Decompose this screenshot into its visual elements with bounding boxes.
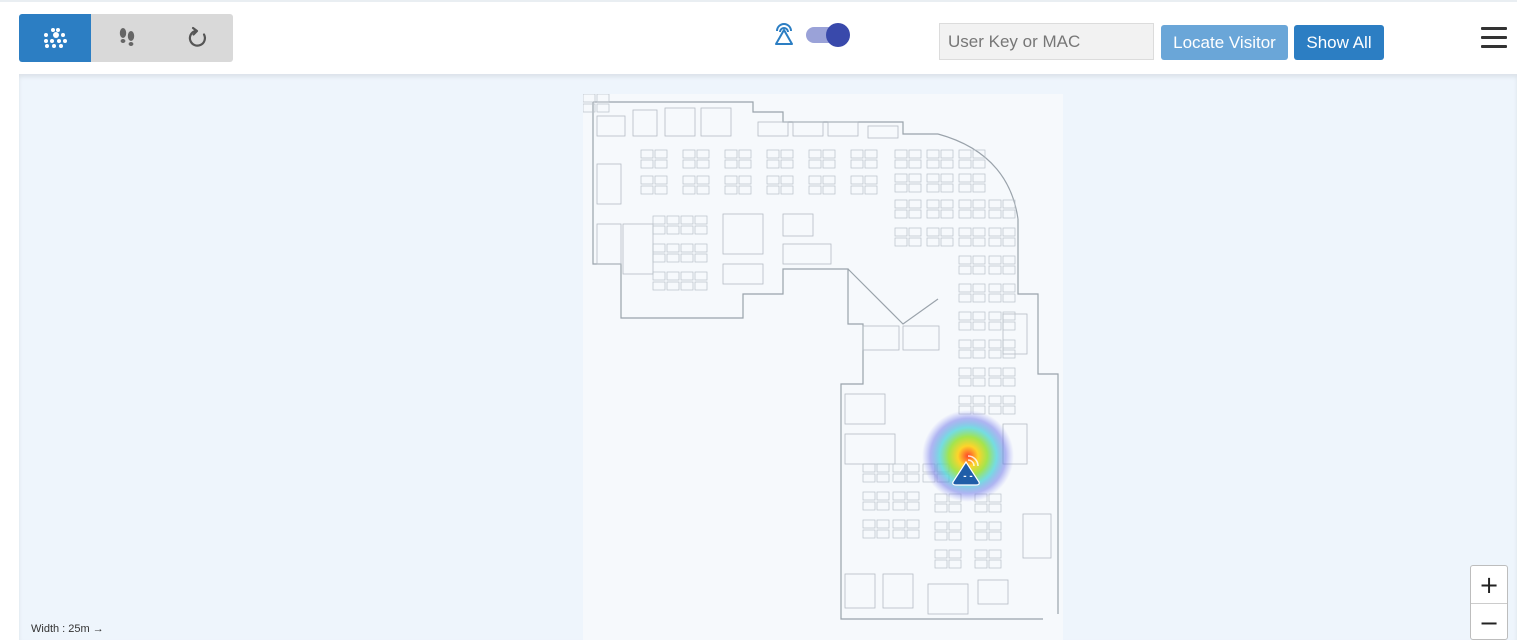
scale-arrow-icon: → — [92, 623, 104, 635]
signal-beacon-icon — [775, 23, 793, 45]
footprints-icon — [119, 28, 134, 46]
locate-visitor-button[interactable]: Locate Visitor — [1161, 25, 1288, 60]
hamburger-menu-icon[interactable] — [1481, 26, 1508, 50]
show-all-button[interactable]: Show All — [1294, 25, 1384, 60]
refresh-button[interactable] — [162, 14, 233, 62]
toggle-knob — [826, 23, 850, 47]
zoom-out-button[interactable]: − — [1471, 604, 1507, 640]
refresh-icon — [188, 26, 206, 47]
user-key-search-input[interactable] — [939, 23, 1154, 60]
zoom-control: + − — [1470, 565, 1508, 640]
visitor-marker[interactable]: - - — [945, 452, 991, 488]
zoom-in-button[interactable]: + — [1471, 566, 1507, 604]
beacon-toggle-switch[interactable] — [806, 23, 850, 47]
floor-plan — [582, 93, 1063, 640]
view-mode-group — [19, 14, 233, 62]
scale-label: Width : 25m — [31, 623, 90, 635]
clients-view-button[interactable] — [19, 14, 91, 62]
footprints-button[interactable] — [91, 14, 162, 62]
beacon-toggle-group — [772, 21, 850, 47]
scale-indicator: Width : 25m → — [31, 623, 104, 635]
top-toolbar: Locate Visitor Show All — [0, 0, 1517, 74]
map-canvas[interactable]: - - Width : 25m → + − — [19, 74, 1517, 640]
clients-dots-icon — [44, 28, 67, 48]
visitor-marker-label: - - — [963, 471, 973, 482]
floor-plan-drawing — [582, 93, 1059, 620]
visitor-marker-icon — [952, 455, 980, 486]
